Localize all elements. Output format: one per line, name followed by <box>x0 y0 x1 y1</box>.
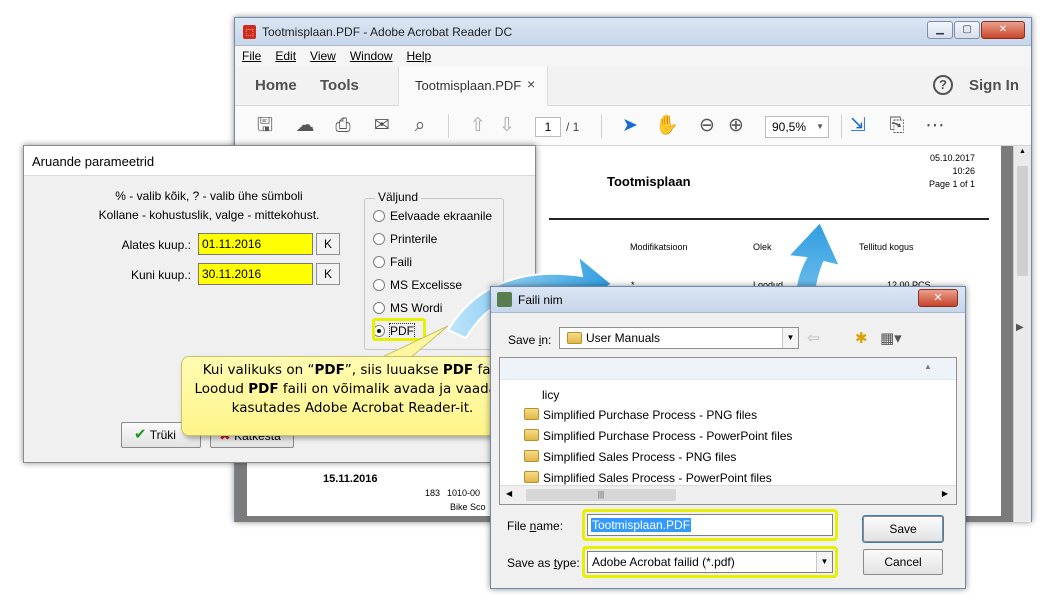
file-name-label: File name: <box>507 519 564 533</box>
list-item[interactable]: Simplified Sales Process - PNG files <box>524 450 736 470</box>
list-item[interactable]: licy <box>542 388 559 408</box>
scroll-left-icon[interactable]: ◀ <box>506 489 512 498</box>
list-item[interactable]: Simplified Purchase Process - PowerPoint… <box>524 429 792 449</box>
cancel-button[interactable]: Cancel <box>863 549 943 575</box>
dialog-app-icon <box>497 292 512 307</box>
save-in-label: Save in: <box>508 333 552 347</box>
save-button-label: Save <box>889 522 917 536</box>
info-callout: Kui valikuks on “PDF”, siis luuakse PDF … <box>181 356 524 436</box>
scroll-right-icon[interactable]: ▶ <box>942 489 948 498</box>
callout-line-2: Loodud PDF faili on võimalik avada ja va… <box>194 381 511 397</box>
folder-icon <box>524 450 539 462</box>
close-icon[interactable]: ✕ <box>918 289 958 307</box>
file-name-input[interactable]: Tootmisplaan.PDF <box>587 514 833 536</box>
callout-line-1: Kui valikuks on “PDF”, siis luuakse PDF … <box>202 362 503 378</box>
cancel-button-label: Cancel <box>884 555 922 569</box>
save-as-type-value: Adobe Acrobat failid (*.pdf) <box>592 555 735 569</box>
chevron-down-icon[interactable]: ▼ <box>782 328 798 348</box>
save-file-dialog: Faili nim ✕ Save in: User Manuals ▼ ⇦ ✱ … <box>490 286 966 589</box>
scroll-thumb[interactable]: ||| <box>526 489 676 501</box>
file-name-value: Tootmisplaan.PDF <box>591 518 692 532</box>
folder-icon <box>524 429 539 441</box>
chevron-down-icon[interactable]: ▼ <box>816 552 832 572</box>
file-list-header: ▲ <box>500 358 956 380</box>
save-dialog-titlebar: Faili nim ✕ <box>491 287 965 313</box>
save-as-type-label: Save as type: <box>507 556 580 570</box>
folder-icon <box>567 332 582 344</box>
save-button[interactable]: Save <box>862 515 944 543</box>
horizontal-scrollbar[interactable]: ◀ ||| ▶ <box>500 485 956 504</box>
save-in-select[interactable]: User Manuals ▼ <box>559 327 799 349</box>
view-menu-icon[interactable]: ▦▾ <box>880 329 902 347</box>
save-as-type-select[interactable]: Adobe Acrobat failid (*.pdf) ▼ <box>587 551 833 573</box>
folder-icon <box>524 471 539 483</box>
folder-icon <box>524 408 539 420</box>
save-in-value: User Manuals <box>586 331 661 345</box>
list-item[interactable]: Simplified Purchase Process - PNG files <box>524 408 757 428</box>
callout-line-3: kasutades Adobe Acrobat Reader-it. <box>231 400 474 416</box>
save-dialog-title: Faili nim <box>518 293 563 307</box>
new-folder-icon[interactable]: ✱ <box>855 329 868 347</box>
sort-up-icon[interactable]: ▲ <box>924 362 932 371</box>
file-list[interactable]: ▲ licy Simplified Purchase Process - PNG… <box>499 357 957 505</box>
back-arrow-icon[interactable]: ⇦ <box>807 329 820 347</box>
